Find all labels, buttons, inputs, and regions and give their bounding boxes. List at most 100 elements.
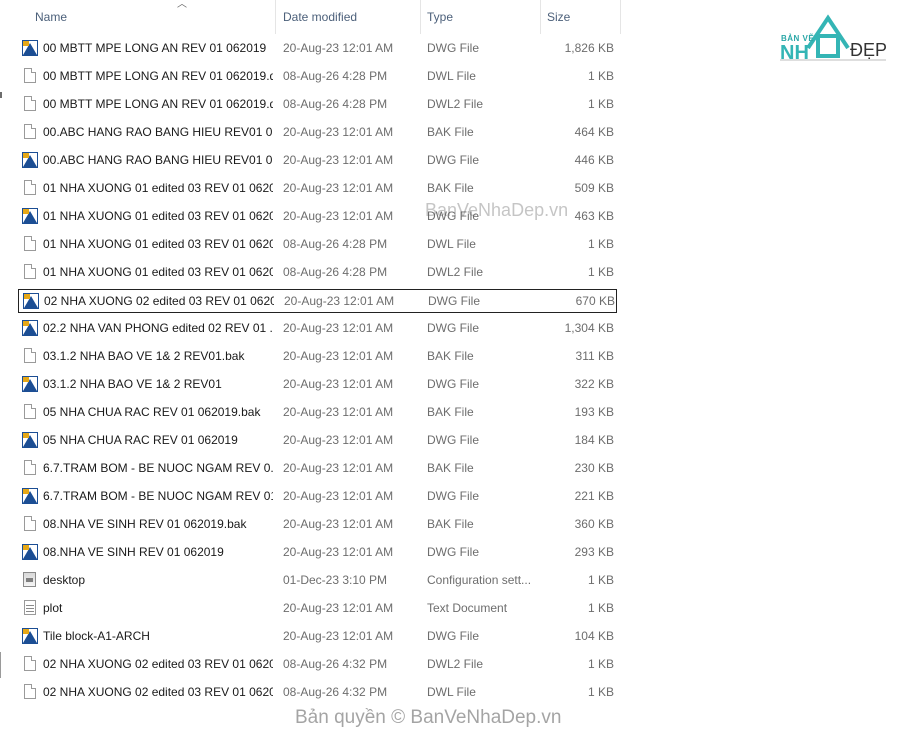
file-name: Tile block-A1-ARCH [43, 629, 150, 643]
column-header-size[interactable]: Size [541, 0, 621, 34]
file-name: 02 NHA XUONG 02 edited 03 REV 01 0620... [44, 294, 274, 308]
file-row[interactable]: 02 NHA XUONG 02 edited 03 REV 01 0620...… [18, 289, 617, 313]
dwg-file-icon [22, 208, 38, 224]
file-icon [22, 264, 38, 280]
file-date-modified: 08-Aug-26 4:32 PM [283, 657, 388, 671]
file-name: 08.NHA VE SINH REV 01 062019.bak [43, 517, 247, 531]
file-row[interactable]: 01 NHA XUONG 01 edited 03 REV 01 0620...… [18, 177, 617, 201]
file-type: DWL File [427, 237, 476, 251]
file-icon [22, 124, 38, 140]
logo-nh-text: NH [780, 42, 809, 64]
file-row[interactable]: plot 20-Aug-23 12:01 AM Text Document 1 KB [18, 597, 617, 621]
file-row[interactable]: 02 NHA XUONG 02 edited 03 REV 01 0620...… [18, 681, 617, 705]
file-type: DWG File [428, 294, 480, 308]
file-size: 1 KB [587, 573, 614, 587]
brand-logo: BẢN VẼ NH ĐẸP [778, 14, 888, 68]
dwg-file-icon [22, 40, 38, 56]
file-date-modified: 20-Aug-23 12:01 AM [284, 294, 395, 308]
file-size: 184 KB [574, 433, 614, 447]
file-date-modified: 08-Aug-26 4:28 PM [283, 265, 388, 279]
file-size: 1 KB [587, 601, 614, 615]
file-type: DWG File [427, 153, 479, 167]
file-type: BAK File [427, 349, 474, 363]
file-type: BAK File [427, 181, 474, 195]
file-icon [22, 236, 38, 252]
file-size: 1 KB [587, 685, 614, 699]
file-icon [22, 96, 38, 112]
column-header-date-modified[interactable]: Date modified [277, 0, 421, 34]
column-header-type[interactable]: Type [421, 0, 541, 34]
file-name: 03.1.2 NHA BAO VE 1& 2 REV01.bak [43, 349, 245, 363]
file-row[interactable]: 6.7.TRAM BOM - BE NUOC NGAM REV 0... 20-A… [18, 457, 617, 481]
file-row[interactable]: 00 MBTT MPE LONG AN REV 01 062019.dwl 08-… [18, 65, 617, 89]
file-size: 293 KB [574, 545, 614, 559]
left-edge-mark [0, 92, 2, 98]
file-date-modified: 01-Dec-23 3:10 PM [283, 573, 388, 587]
file-row[interactable]: desktop 01-Dec-23 3:10 PM Configuration se… [18, 569, 617, 593]
file-row[interactable]: 02 NHA XUONG 02 edited 03 REV 01 0620...… [18, 653, 617, 677]
file-date-modified: 20-Aug-23 12:01 AM [283, 629, 394, 643]
file-date-modified: 20-Aug-23 12:01 AM [283, 125, 394, 139]
file-type: DWL File [427, 685, 476, 699]
file-size: 464 KB [574, 125, 614, 139]
column-header-name-label: Name [35, 10, 68, 24]
file-date-modified: 20-Aug-23 12:01 AM [283, 181, 394, 195]
file-name: 00.ABC HANG RAO BANG HIEU REV01 06... [43, 153, 273, 167]
file-date-modified: 20-Aug-23 12:01 AM [283, 601, 394, 615]
dwg-file-icon [23, 293, 39, 309]
file-row[interactable]: 03.1.2 NHA BAO VE 1& 2 REV01.bak 20-Aug-2… [18, 345, 617, 369]
file-row[interactable]: 02.2 NHA VAN PHONG edited 02 REV 01 ... 2… [18, 317, 617, 341]
file-name: 02 NHA XUONG 02 edited 03 REV 01 0620... [43, 685, 273, 699]
file-date-modified: 08-Aug-26 4:32 PM [283, 685, 388, 699]
file-name: 05 NHA CHUA RAC REV 01 062019.bak [43, 405, 261, 419]
file-type: DWL File [427, 69, 476, 83]
file-row[interactable]: 05 NHA CHUA RAC REV 01 062019 20-Aug-23 1… [18, 429, 617, 453]
file-row[interactable]: 00 MBTT MPE LONG AN REV 01 062019 20-Aug-… [18, 37, 617, 61]
file-type: DWG File [427, 629, 479, 643]
file-name: 08.NHA VE SINH REV 01 062019 [43, 545, 224, 559]
file-row[interactable]: 05 NHA CHUA RAC REV 01 062019.bak 20-Aug-… [18, 401, 617, 425]
file-row[interactable]: 08.NHA VE SINH REV 01 062019.bak 20-Aug-2… [18, 513, 617, 537]
file-name: 02 NHA XUONG 02 edited 03 REV 01 0620... [43, 657, 273, 671]
text-file-icon [22, 600, 38, 616]
file-date-modified: 08-Aug-26 4:28 PM [283, 69, 388, 83]
left-edge-mark [0, 652, 1, 678]
file-row[interactable]: 03.1.2 NHA BAO VE 1& 2 REV01 20-Aug-23 12… [18, 373, 617, 397]
dwg-file-icon [22, 488, 38, 504]
file-date-modified: 08-Aug-26 4:28 PM [283, 237, 388, 251]
file-type: DWG File [427, 377, 479, 391]
file-name: 00.ABC HANG RAO BANG HIEU REV01 06... [43, 125, 273, 139]
file-name: 00 MBTT MPE LONG AN REV 01 062019 [43, 41, 267, 55]
file-icon [22, 68, 38, 84]
file-row[interactable]: 6.7.TRAM BOM - BE NUOC NGAM REV 01 20-Aug… [18, 485, 617, 509]
file-name: 01 NHA XUONG 01 edited 03 REV 01 0620... [43, 209, 273, 223]
file-size: 1 KB [587, 657, 614, 671]
file-icon [22, 656, 38, 672]
file-name: 02.2 NHA VAN PHONG edited 02 REV 01 ... [43, 321, 273, 335]
file-row[interactable]: Tile block-A1-ARCH 20-Aug-23 12:01 AM DWG … [18, 625, 617, 649]
file-row[interactable]: 01 NHA XUONG 01 edited 03 REV 01 0620...… [18, 261, 617, 285]
dwg-file-icon [22, 628, 38, 644]
file-type: BAK File [427, 517, 474, 531]
file-row[interactable]: 00.ABC HANG RAO BANG HIEU REV01 06... 20-… [18, 149, 617, 173]
file-date-modified: 20-Aug-23 12:01 AM [283, 517, 394, 531]
file-name: 01 NHA XUONG 01 edited 03 REV 01 0620... [43, 181, 273, 195]
file-row[interactable]: 08.NHA VE SINH REV 01 062019 20-Aug-23 12… [18, 541, 617, 565]
file-icon [22, 404, 38, 420]
file-size: 104 KB [574, 629, 614, 643]
file-size: 311 KB [575, 349, 614, 363]
dwg-file-icon [22, 544, 38, 560]
dwg-file-icon [22, 432, 38, 448]
file-size: 322 KB [574, 377, 614, 391]
file-size: 230 KB [574, 461, 614, 475]
file-icon [22, 348, 38, 364]
column-header-type-label: Type [427, 10, 454, 24]
file-type: DWL2 File [427, 265, 484, 279]
file-row[interactable]: 00 MBTT MPE LONG AN REV 01 062019.d... 08… [18, 93, 617, 117]
file-date-modified: 20-Aug-23 12:01 AM [283, 349, 394, 363]
file-row[interactable]: 00.ABC HANG RAO BANG HIEU REV01 06... 20-… [18, 121, 617, 145]
column-header-name[interactable]: Name ︿ [29, 0, 276, 34]
file-row[interactable]: 01 NHA XUONG 01 edited 03 REV 01 0620...… [18, 233, 617, 257]
dwg-file-icon [22, 376, 38, 392]
file-type: DWG File [427, 489, 479, 503]
